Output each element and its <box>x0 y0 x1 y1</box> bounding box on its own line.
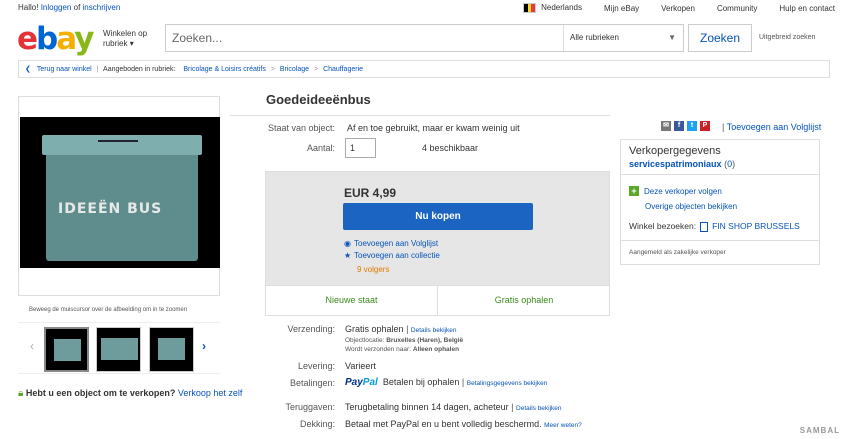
price: EUR 4,99 <box>344 186 397 200</box>
chevron-left-icon[interactable]: ‹ <box>30 339 34 353</box>
breadcrumb-item[interactable]: Bricolage <box>280 66 309 73</box>
belgium-flag-icon <box>523 3 537 13</box>
add-to-collection[interactable]: ★ Toevoegen aan collectie <box>344 251 440 260</box>
quantity-label: Aantal: <box>306 143 335 153</box>
watermark: SAMBAL <box>799 426 840 435</box>
watchlist-link[interactable]: | Toevoegen aan Volglijst <box>722 122 821 132</box>
search-button[interactable]: Zoeken <box>688 24 752 52</box>
returns-details-link[interactable]: Details bekijken <box>516 405 562 412</box>
selling-link[interactable]: Verkopen <box>661 4 695 13</box>
plus-icon: + <box>629 186 639 196</box>
seller-name: servicespatrimoniaux (0) <box>629 159 736 169</box>
divider <box>230 115 610 116</box>
category-select[interactable]: Alle rubrieken ▼ <box>563 25 684 51</box>
star-icon: ★ <box>344 251 352 260</box>
item-title: Goedeideeënbus <box>266 92 371 107</box>
breadcrumb-item[interactable]: Bricolage & Loisirs créatifs <box>183 66 265 73</box>
coverage-value: Betaal met PayPal en u bent volledig bes… <box>345 419 582 429</box>
breadcrumb: ❮ Terug naar winkel | Aangeboden in rubr… <box>18 60 830 78</box>
quantity-input[interactable]: 1 <box>345 138 376 158</box>
shop-by-category[interactable]: Winkelen op rubriek ▾ <box>103 29 147 49</box>
shipping-label: Verzending: <box>287 324 335 334</box>
other-items-link[interactable]: Overige objecten bekijken <box>645 202 737 211</box>
my-ebay-link[interactable]: Mijn eBay <box>604 4 639 13</box>
buy-box: EUR 4,99 Nu kopen ◉ Toevoegen aan Volglij… <box>265 171 610 286</box>
business-seller-note: Aangemeld als zakelijke verkoper <box>629 249 726 256</box>
store-icon <box>700 221 709 232</box>
free-pickup: Gratis ophalen <box>494 295 554 305</box>
condition-value: Af en toe gebruikt, maar er kwam weinig … <box>347 123 520 133</box>
paypal-logo: PayPal <box>345 377 378 388</box>
pinterest-icon[interactable]: P <box>700 121 710 131</box>
seller-info-box: Verkopergegevens servicespatrimoniaux (0… <box>620 139 820 265</box>
chevron-down-icon: ▼ <box>668 33 676 42</box>
search-bar: Alle rubrieken▼ <box>165 24 684 52</box>
buy-now-button[interactable]: Nu kopen <box>343 203 533 230</box>
chevron-left-icon: ❮ <box>25 66 31 73</box>
community-link[interactable]: Community <box>717 4 757 13</box>
idea-box-image: IDEEËN BUS <box>42 135 202 261</box>
thumbnail[interactable] <box>149 327 194 372</box>
share-icons: ✉ f t P <box>661 121 710 131</box>
ebay-logo[interactable]: ebay <box>17 21 94 57</box>
delivery-label: Levering: <box>297 361 335 371</box>
thumbnail-strip: ‹ › <box>18 322 220 374</box>
email-icon[interactable]: ✉ <box>661 121 671 131</box>
store-link[interactable]: FIN SHOP BRUSSELS <box>712 221 800 231</box>
search-input[interactable] <box>166 25 562 51</box>
available-count: 4 beschikbaar <box>422 143 479 153</box>
chevron-right-icon[interactable]: › <box>202 339 206 353</box>
sell-yourself-link[interactable]: Verkoop het zelf <box>178 388 243 398</box>
returns-label: Teruggaven: <box>285 402 335 412</box>
advanced-search-link[interactable]: Uitgebreid zoeken <box>759 34 815 41</box>
thumbnail[interactable] <box>44 327 89 372</box>
eye-icon: ◉ <box>344 239 351 248</box>
sell-promo: 🔒︎ Hebt u een object om te verkopen? Ver… <box>18 388 243 399</box>
shipping-value: Gratis ophalen | Details bekijken <box>345 324 457 334</box>
condition-label: Staat van object: <box>267 123 335 133</box>
divider <box>621 240 819 241</box>
payment-details-link[interactable]: Betalingsgegevens bekijken <box>467 380 548 387</box>
product-photo: IDEEËN BUS <box>20 117 220 268</box>
condition-strip: Nieuwe staat Gratis ophalen <box>265 286 610 316</box>
help-link[interactable]: Hulp en contact <box>779 4 835 13</box>
greeting: Hallo! Inloggen of inschrijven <box>18 3 121 12</box>
country-selector[interactable]: Nederlands <box>523 3 582 13</box>
twitter-icon[interactable]: t <box>687 121 697 131</box>
top-bar: Hallo! Inloggen of inschrijven Nederland… <box>0 0 850 16</box>
returns-value: Terugbetaling binnen 14 dagen, acheteur … <box>345 402 562 412</box>
delivery-value: Varieert <box>345 361 376 371</box>
payment-label: Betalingen: <box>289 378 335 388</box>
shipping-details-link[interactable]: Details bekijken <box>411 327 457 334</box>
follow-seller[interactable]: + Deze verkoper volgen <box>629 186 722 196</box>
back-to-store-link[interactable]: Terug naar winkel <box>37 66 92 73</box>
followers-count: 9 volgers <box>357 265 390 274</box>
ships-to: Wordt verzonden naar: Alleen ophalen <box>345 346 460 353</box>
chevron-down-icon: ▾ <box>129 39 134 48</box>
zoom-hint: Beweeg de muiscursor over de afbeelding … <box>29 307 188 313</box>
visit-store: Winkel bezoeken: FIN SHOP BRUSSELS <box>629 221 800 232</box>
breadcrumb-item[interactable]: Chauffagerie <box>323 66 363 73</box>
payment-value: PayPal Betalen bij ophalen | Betalingsge… <box>345 377 548 388</box>
seller-heading: Verkopergegevens <box>629 145 721 157</box>
new-condition: Nieuwe staat <box>266 286 438 315</box>
item-location: Objectlocatie: Bruxelles (Haren), België <box>345 337 464 344</box>
divider <box>621 174 819 175</box>
seller-name-link[interactable]: servicespatrimoniaux <box>629 159 722 169</box>
coverage-label: Dekking: <box>299 419 335 429</box>
add-to-watchlist[interactable]: ◉ Toevoegen aan Volglijst <box>344 239 438 248</box>
main-image[interactable]: IDEEËN BUS <box>18 96 220 296</box>
tag-icon: 🔒︎ <box>18 388 24 399</box>
register-link[interactable]: inschrijven <box>83 3 121 12</box>
facebook-icon[interactable]: f <box>674 121 684 131</box>
thumbnail[interactable] <box>96 327 141 372</box>
more-info-link[interactable]: Meer weten? <box>544 422 582 429</box>
login-link[interactable]: Inloggen <box>41 3 72 12</box>
